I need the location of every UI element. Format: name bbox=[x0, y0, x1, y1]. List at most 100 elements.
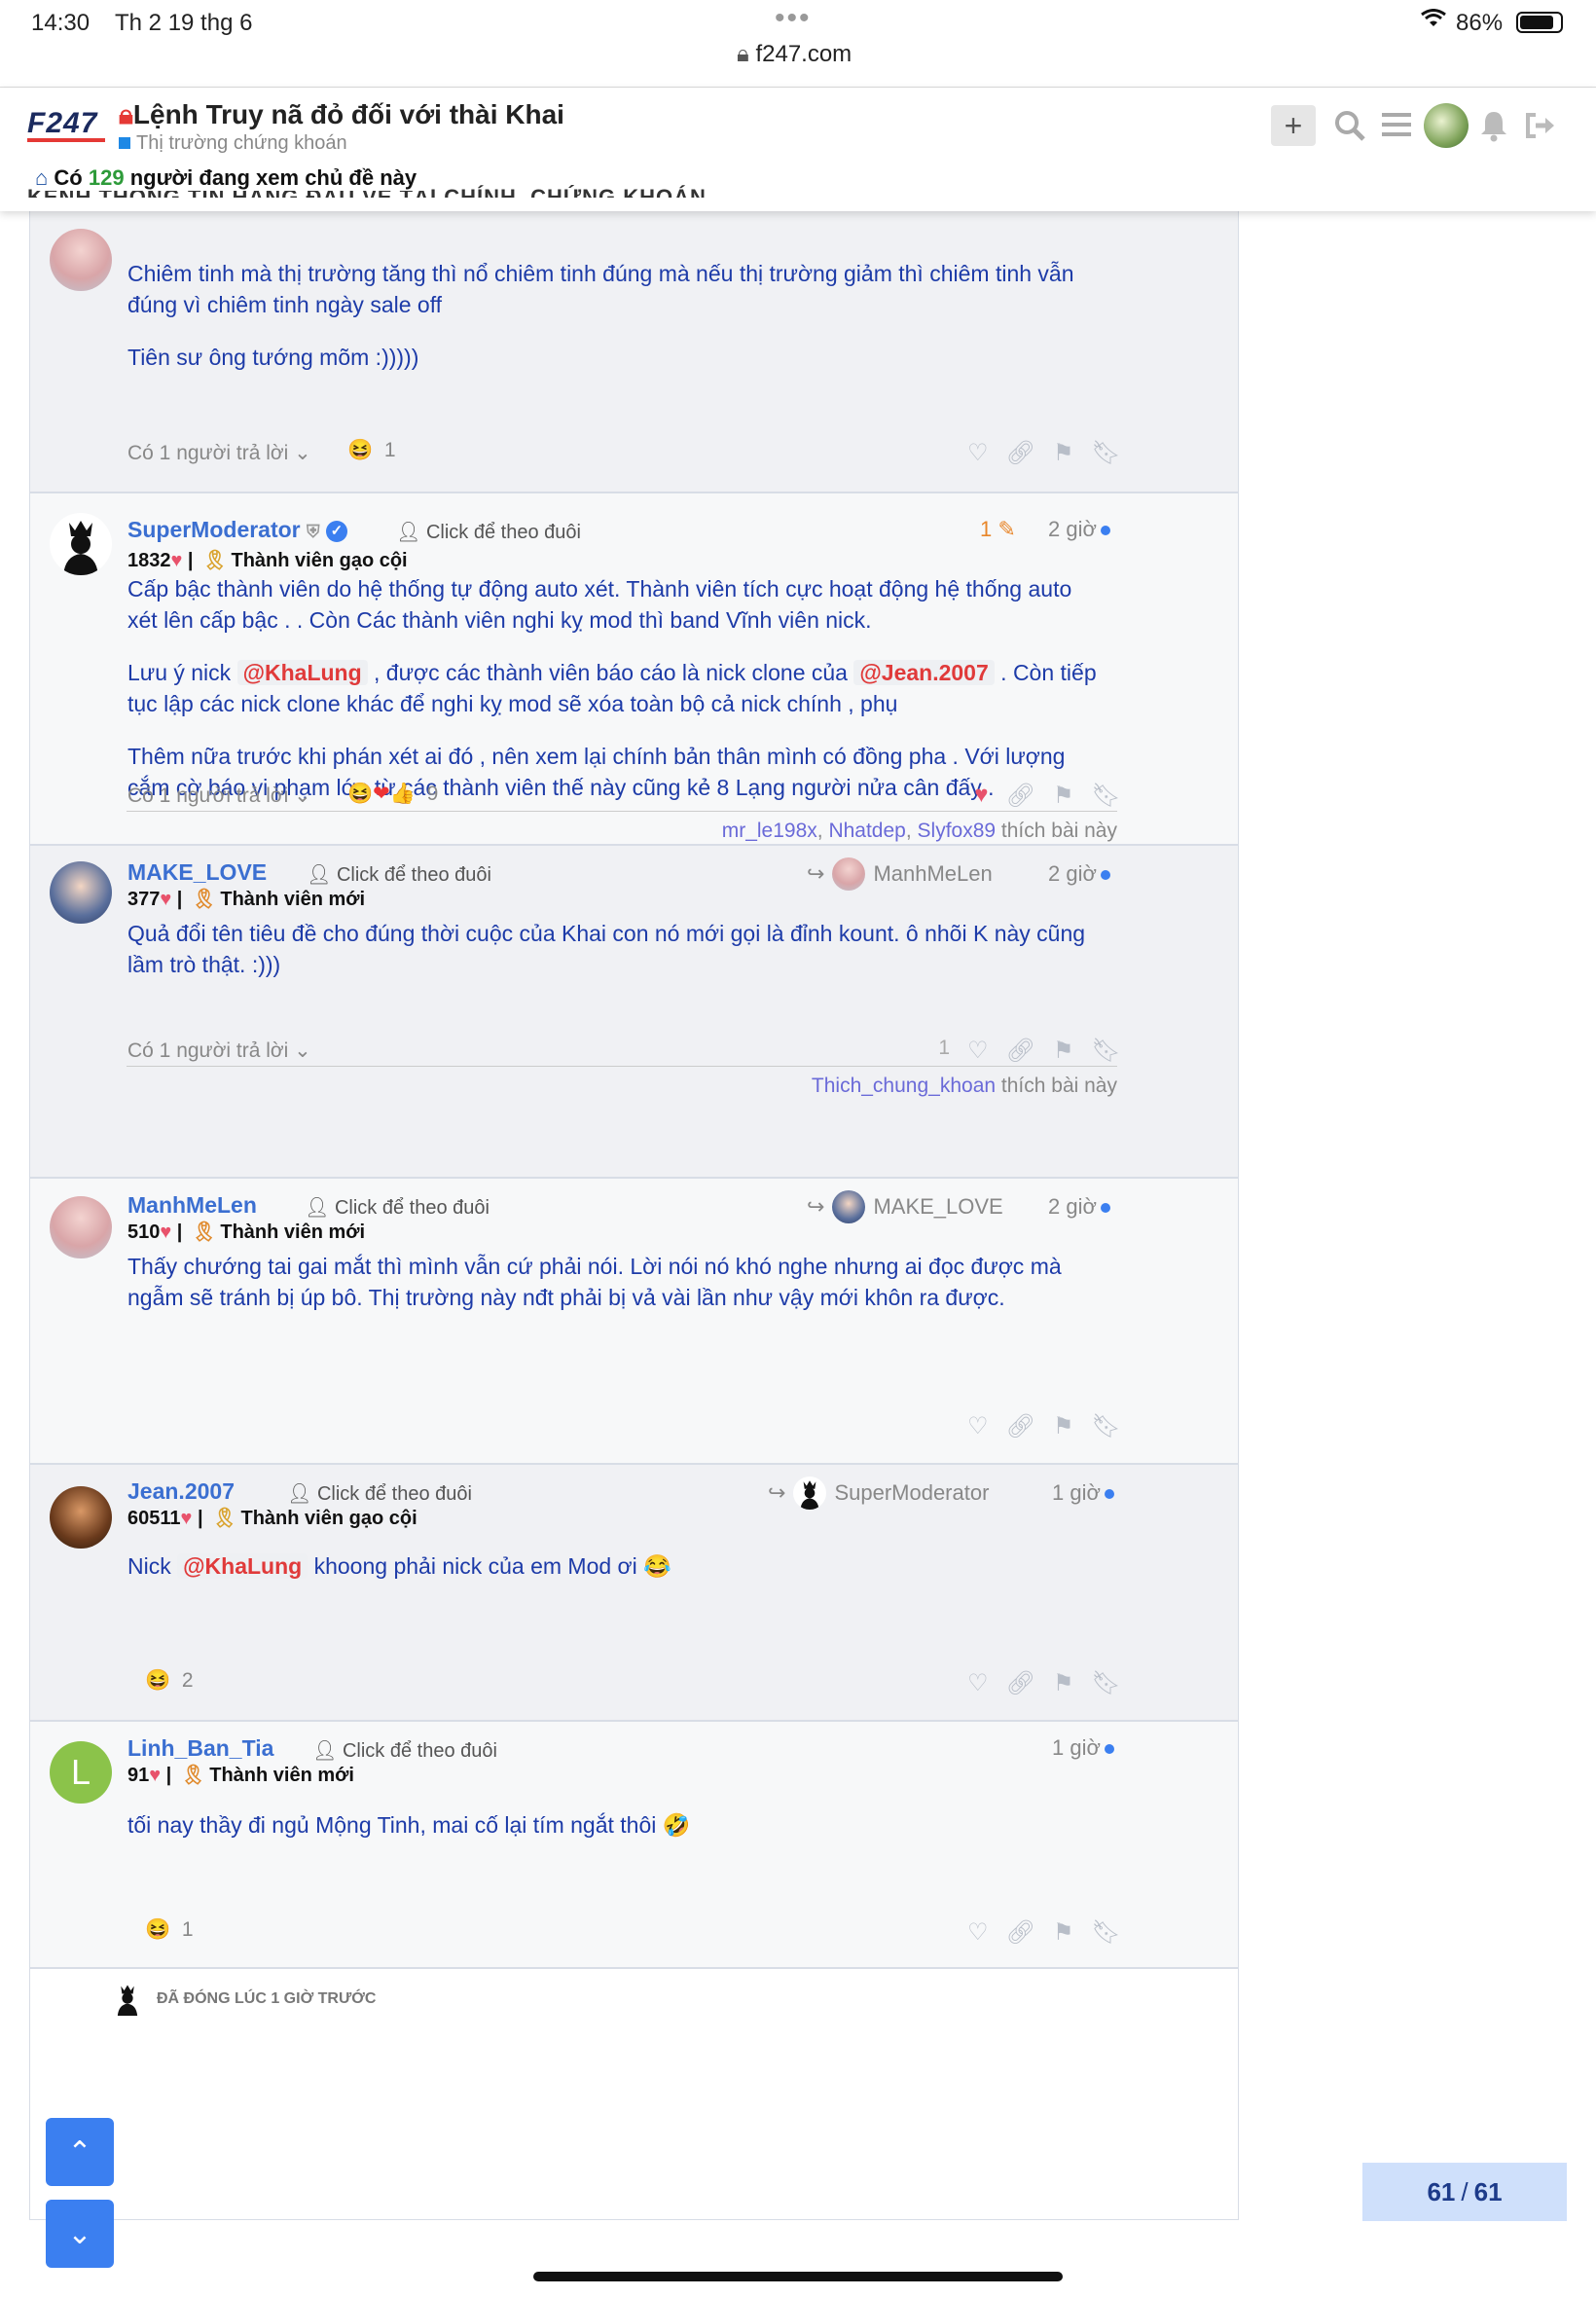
rank-ribbon-icon: 🎗︎ bbox=[191, 889, 217, 910]
home-indicator[interactable] bbox=[533, 2272, 1063, 2281]
like-heart-icon[interactable]: ♡ bbox=[967, 1412, 989, 1440]
flag-icon[interactable]: ⚑ bbox=[1053, 1669, 1074, 1697]
flag-icon[interactable]: ⚑ bbox=[1053, 782, 1074, 810]
flag-icon[interactable]: ⚑ bbox=[1053, 1037, 1074, 1065]
rank-label: Thành viên mới bbox=[220, 889, 366, 910]
reactions[interactable]: 😆 1 bbox=[145, 1918, 194, 1942]
laugh-emoji-icon: 😆 bbox=[145, 1918, 171, 1941]
status-bar: 14:30 Th 2 19 thg 6 ••• 🔒︎ f247.com 86% bbox=[0, 0, 1596, 88]
reply-to-tab[interactable]: ↪ MAKE_LOVE bbox=[807, 1190, 1003, 1223]
category-badge[interactable]: Thị trường chứng khoán bbox=[119, 132, 347, 155]
liker-link[interactable]: Nhatdep bbox=[828, 820, 905, 842]
liker-link[interactable]: Thich_chung_khoan bbox=[812, 1075, 996, 1097]
scroll-down-button[interactable]: ⌄ bbox=[46, 2200, 114, 2268]
username[interactable]: ManhMeLen bbox=[127, 1192, 257, 1219]
edit-history[interactable]: 1 ✎ bbox=[980, 517, 1016, 542]
post-stream: Chiêm tinh mà thị trường tăng thì nổ chi… bbox=[29, 211, 1239, 2220]
reactions[interactable]: 😆❤👍 9 bbox=[347, 782, 438, 806]
follow-button[interactable]: 👤︎ Click để theo đuôi bbox=[396, 520, 581, 544]
post-paragraph: Nick @KhaLung khoong phải nick của em Mo… bbox=[127, 1550, 1101, 1582]
post-counter[interactable]: 61/61 bbox=[1362, 2163, 1567, 2221]
share-arrow-icon: ↪ bbox=[807, 1194, 825, 1219]
home-icon[interactable]: ⌂ bbox=[35, 165, 48, 190]
replies-toggle[interactable]: Có 1 người trả lời ⌄ bbox=[127, 1039, 311, 1063]
logout-icon[interactable] bbox=[1524, 111, 1557, 145]
avatar[interactable]: L bbox=[50, 1741, 112, 1804]
chevron-down-icon: ⌄ bbox=[294, 784, 311, 807]
avatar[interactable] bbox=[50, 513, 112, 575]
follow-button[interactable]: 👤︎ Click để theo đuôi bbox=[307, 862, 491, 887]
reply-to-tab[interactable]: ↪ SuperModerator bbox=[768, 1477, 989, 1510]
post-0: Chiêm tinh mà thị trường tăng thì nổ chi… bbox=[30, 211, 1238, 493]
user-follow-icon: 👤︎ bbox=[396, 522, 421, 543]
site-logo[interactable]: F247 bbox=[27, 107, 97, 140]
post-date[interactable]: 1 giờ bbox=[1052, 1480, 1114, 1506]
replies-label: Có 1 người trả lời bbox=[127, 784, 289, 807]
replies-toggle[interactable]: Có 1 người trả lời ⌄ bbox=[127, 441, 311, 465]
like-heart-icon[interactable]: ♡ bbox=[967, 439, 989, 467]
link-icon[interactable]: 🔗︎ bbox=[1006, 782, 1035, 810]
like-heart-icon[interactable]: ♡ bbox=[967, 1037, 989, 1065]
post-body: Chiêm tinh mà thị trường tăng thì nổ chi… bbox=[127, 258, 1101, 394]
post-paragraph: Lưu ý nick @KhaLung , được các thành viê… bbox=[127, 657, 1101, 719]
lock-icon: 🔒︎ bbox=[737, 41, 749, 67]
link-icon[interactable]: 🔗︎ bbox=[1006, 1918, 1035, 1947]
liker-link[interactable]: Slyfox89 bbox=[918, 820, 997, 842]
like-heart-icon[interactable]: ♡ bbox=[967, 1669, 989, 1697]
avatar[interactable] bbox=[50, 1486, 112, 1549]
scroll-up-button[interactable]: ⌃ bbox=[46, 2118, 114, 2186]
post-paragraph: Tiên sư ông tướng mõm :))))) bbox=[127, 345, 419, 370]
follow-button[interactable]: 👤︎ Click để theo đuôi bbox=[312, 1738, 497, 1763]
likes-summary: Thich_chung_khoan thích bài này bbox=[127, 1066, 1117, 1098]
search-icon[interactable] bbox=[1333, 109, 1366, 147]
bell-icon[interactable] bbox=[1479, 109, 1508, 147]
avatar[interactable] bbox=[50, 229, 112, 291]
mention-link[interactable]: @KhaLung bbox=[236, 660, 368, 685]
bookmark-icon[interactable]: 🔖︎ bbox=[1092, 439, 1121, 467]
points: 1832 bbox=[127, 550, 171, 571]
link-icon[interactable]: 🔗︎ bbox=[1006, 439, 1035, 467]
follow-label: Click để theo đuôi bbox=[316, 1483, 472, 1505]
mention-link[interactable]: @KhaLung bbox=[177, 1553, 308, 1579]
post-date[interactable]: 2 giờ bbox=[1048, 517, 1110, 542]
reactions[interactable]: 😆 2 bbox=[145, 1669, 194, 1693]
bookmark-icon[interactable]: 🔖︎ bbox=[1092, 1918, 1121, 1947]
flag-icon[interactable]: ⚑ bbox=[1053, 1918, 1074, 1947]
reply-to-tab[interactable]: ↪ ManhMeLen bbox=[807, 857, 993, 891]
flag-icon[interactable]: ⚑ bbox=[1053, 439, 1074, 467]
follow-button[interactable]: 👤︎ Click để theo đuôi bbox=[287, 1481, 472, 1506]
post-body: Thấy chướng tai gai mắt thì mình vẫn cứ … bbox=[127, 1251, 1101, 1334]
post-date[interactable]: 2 giờ bbox=[1048, 1194, 1110, 1220]
url-bar[interactable]: 🔒︎ f247.com bbox=[737, 41, 852, 68]
post-date[interactable]: 2 giờ bbox=[1048, 861, 1110, 887]
avatar[interactable] bbox=[50, 1196, 112, 1258]
avatar[interactable] bbox=[50, 861, 112, 924]
user-follow-icon: 👤︎ bbox=[287, 1483, 312, 1505]
username[interactable]: Jean.2007 bbox=[127, 1478, 235, 1505]
username[interactable]: Linh_Ban_Tia bbox=[127, 1735, 273, 1762]
bookmark-icon[interactable]: 🔖︎ bbox=[1092, 1037, 1121, 1065]
username[interactable]: SuperModerator ⛨ ✓ bbox=[127, 517, 347, 543]
reactions[interactable]: 😆 1 bbox=[347, 439, 396, 462]
post-date[interactable]: 1 giờ bbox=[1052, 1735, 1114, 1761]
bookmark-icon[interactable]: 🔖︎ bbox=[1092, 782, 1121, 810]
like-heart-icon[interactable]: ♡ bbox=[967, 1918, 989, 1947]
topic-title-row[interactable]: 🔒︎Lệnh Truy nã đỏ đối với thài Khai bbox=[119, 99, 564, 131]
replies-toggle[interactable]: Có 1 người trả lời ⌄ bbox=[127, 784, 311, 808]
heart-icon: ♥ bbox=[170, 550, 183, 571]
new-topic-plus-icon[interactable]: + bbox=[1271, 105, 1316, 146]
liker-link[interactable]: mr_le198x bbox=[722, 820, 817, 842]
mention-link[interactable]: @Jean.2007 bbox=[853, 660, 995, 685]
more-dots-icon[interactable]: ••• bbox=[775, 2, 812, 35]
bookmark-icon[interactable]: 🔖︎ bbox=[1092, 1669, 1121, 1697]
liked-heart-icon[interactable]: ♥ bbox=[974, 782, 988, 810]
user-avatar[interactable] bbox=[1424, 103, 1469, 148]
link-icon[interactable]: 🔗︎ bbox=[1006, 1412, 1035, 1440]
follow-button[interactable]: 👤︎ Click để theo đuôi bbox=[305, 1195, 490, 1220]
bookmark-icon[interactable]: 🔖︎ bbox=[1092, 1412, 1121, 1440]
link-icon[interactable]: 🔗︎ bbox=[1006, 1037, 1035, 1065]
link-icon[interactable]: 🔗︎ bbox=[1006, 1669, 1035, 1697]
hamburger-menu-icon[interactable] bbox=[1382, 113, 1411, 136]
username[interactable]: MAKE_LOVE bbox=[127, 859, 267, 886]
flag-icon[interactable]: ⚑ bbox=[1053, 1412, 1074, 1440]
